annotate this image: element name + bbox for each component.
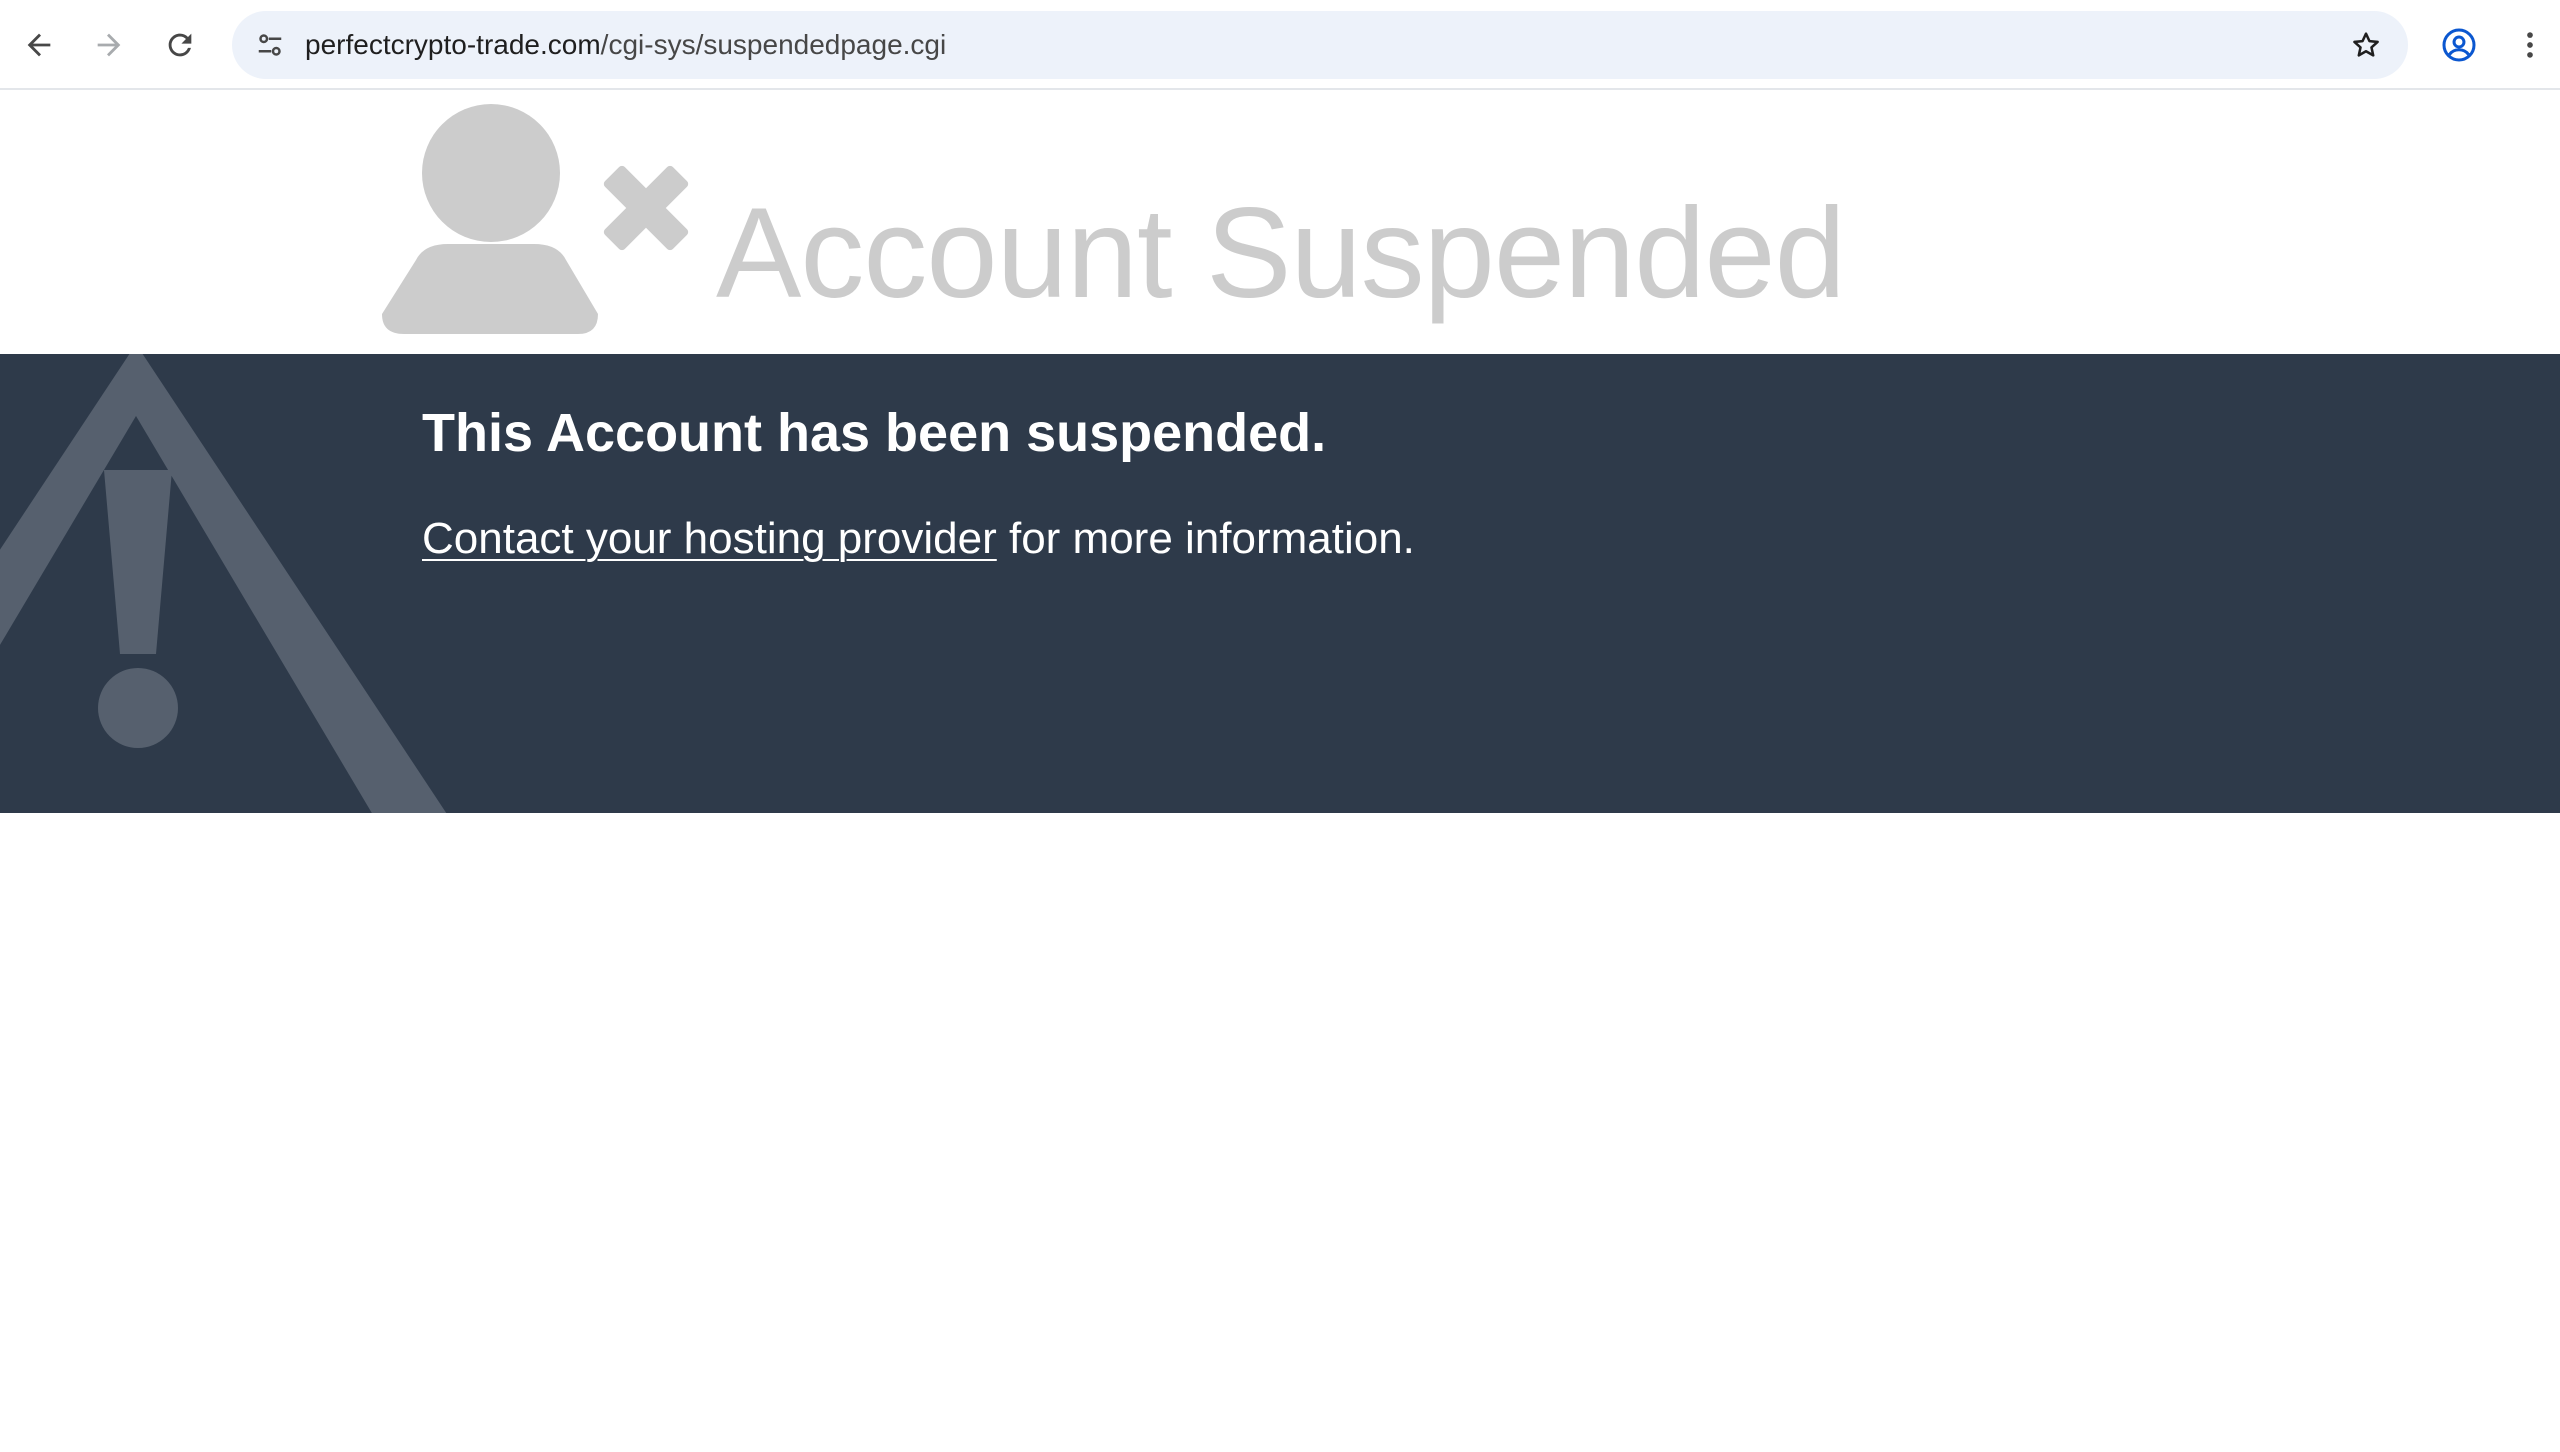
- url-host: perfectcrypto-trade.com: [305, 29, 601, 60]
- contact-message-suffix: for more information.: [996, 514, 1415, 563]
- contact-provider-link[interactable]: Contact your hosting provider: [422, 514, 997, 563]
- forward-button[interactable]: [84, 20, 134, 70]
- menu-button[interactable]: [2505, 20, 2555, 70]
- star-icon: [2353, 32, 2379, 57]
- site-info-button[interactable]: [246, 21, 294, 69]
- address-bar[interactable]: perfectcrypto-trade.com/cgi-sys/suspende…: [232, 11, 2408, 79]
- reload-icon: [168, 33, 192, 57]
- url-path: /cgi-sys/suspendedpage.cgi: [600, 29, 947, 60]
- suspended-header: Account Suspended: [0, 90, 2560, 354]
- suspension-banner: This Account has been suspended. Contact…: [0, 354, 2560, 813]
- user-suspended-icon: [382, 104, 689, 334]
- forward-arrow-icon: [97, 33, 121, 57]
- back-button[interactable]: [14, 20, 64, 70]
- browser-toolbar: perfectcrypto-trade.com/cgi-sys/suspende…: [0, 0, 2560, 90]
- bookmark-button[interactable]: [2342, 21, 2390, 69]
- more-vert-icon: [2527, 32, 2533, 58]
- profile-button[interactable]: [2434, 20, 2484, 70]
- warning-triangle-icon: [0, 354, 447, 813]
- url-text[interactable]: perfectcrypto-trade.com/cgi-sys/suspende…: [305, 11, 946, 79]
- contact-message: Contact your hosting provider for more i…: [422, 514, 1415, 564]
- suspension-heading: This Account has been suspended.: [422, 403, 1327, 463]
- page-title: Account Suspended: [716, 182, 1846, 325]
- tune-icon: [258, 34, 282, 56]
- back-arrow-icon: [27, 33, 51, 57]
- reload-button[interactable]: [155, 20, 205, 70]
- account-circle-icon: [2442, 28, 2476, 62]
